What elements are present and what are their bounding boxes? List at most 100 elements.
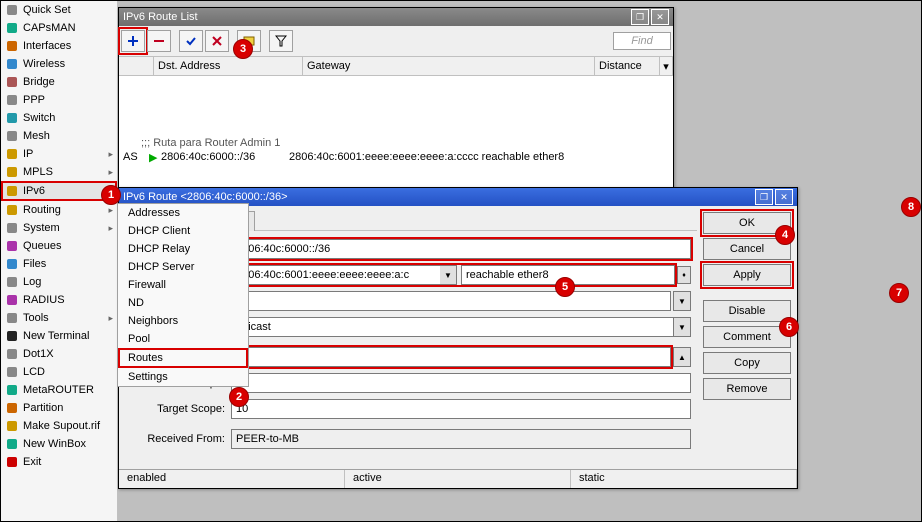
- sidebar-item-exit[interactable]: Exit: [1, 453, 117, 471]
- route-list-titlebar[interactable]: IPv6 Route List ❐ ✕: [119, 8, 673, 26]
- sidebar-item-ip[interactable]: IP▸: [1, 145, 117, 163]
- menu-label: IPv6: [23, 185, 108, 197]
- callout-3: 3: [233, 39, 253, 59]
- menu-label: Interfaces: [23, 40, 113, 52]
- col-gateway[interactable]: Gateway: [303, 57, 595, 75]
- sidebar-item-quick-set[interactable]: Quick Set: [1, 1, 117, 19]
- menu-icon: [5, 75, 19, 89]
- check-gateway-input[interactable]: [231, 291, 671, 311]
- restore-icon[interactable]: ❐: [631, 9, 649, 25]
- close-icon[interactable]: ✕: [775, 189, 793, 205]
- remove-button[interactable]: [147, 30, 171, 52]
- menu-label: Dot1X: [23, 348, 113, 360]
- filter-button[interactable]: [269, 30, 293, 52]
- dst-address-input[interactable]: 2806:40c:6000::/36: [231, 239, 691, 259]
- disable-button[interactable]: [205, 30, 229, 52]
- sidebar-item-lcd[interactable]: LCD: [1, 363, 117, 381]
- sidebar-item-ppp[interactable]: PPP: [1, 91, 117, 109]
- col-menu-icon[interactable]: ▾: [660, 57, 673, 75]
- menu-icon: [5, 93, 19, 107]
- comment-button[interactable]: Comment: [703, 326, 791, 348]
- submenu-item-dhcp-client[interactable]: DHCP Client: [118, 222, 248, 240]
- menu-label: Switch: [23, 112, 113, 124]
- sidebar-item-files[interactable]: Files: [1, 255, 117, 273]
- sidebar-item-capsman[interactable]: CAPsMAN: [1, 19, 117, 37]
- close-icon[interactable]: ✕: [651, 9, 669, 25]
- gateway-input[interactable]: 2806:40c:6001:eeee:eeee:eeee:a:c: [231, 265, 440, 285]
- menu-label: Make Supout.rif: [23, 420, 113, 432]
- chevron-right-icon: ▸: [108, 205, 113, 216]
- sidebar-item-partition[interactable]: Partition: [1, 399, 117, 417]
- type-input[interactable]: unicast: [231, 317, 674, 337]
- remove-button[interactable]: Remove: [703, 378, 791, 400]
- type-dropdown-icon[interactable]: ▼: [674, 317, 691, 337]
- find-input[interactable]: Find: [613, 32, 671, 50]
- sidebar-item-wireless[interactable]: Wireless: [1, 55, 117, 73]
- submenu-item-neighbors[interactable]: Neighbors: [118, 312, 248, 330]
- submenu-item-addresses[interactable]: Addresses: [118, 204, 248, 222]
- sidebar-item-mpls[interactable]: MPLS▸: [1, 163, 117, 181]
- col-flag[interactable]: [119, 57, 154, 75]
- sidebar-item-routing[interactable]: Routing▸: [1, 201, 117, 219]
- col-distance[interactable]: Distance: [595, 57, 660, 75]
- menu-label: PPP: [23, 94, 113, 106]
- sidebar-item-log[interactable]: Log: [1, 273, 117, 291]
- distance-input[interactable]: 1: [231, 347, 671, 367]
- sidebar-item-bridge[interactable]: Bridge: [1, 73, 117, 91]
- menu-icon: [5, 184, 19, 198]
- sidebar-item-metarouter[interactable]: MetaROUTER: [1, 381, 117, 399]
- sidebar-item-new-winbox[interactable]: New WinBox: [1, 435, 117, 453]
- sidebar-item-make-supout-rif[interactable]: Make Supout.rif: [1, 417, 117, 435]
- submenu-item-firewall[interactable]: Firewall: [118, 276, 248, 294]
- callout-8: 8: [901, 197, 921, 217]
- disable-button[interactable]: Disable: [703, 300, 791, 322]
- sidebar-item-system[interactable]: System▸: [1, 219, 117, 237]
- add-button[interactable]: [121, 30, 145, 52]
- sidebar-item-dot1x[interactable]: Dot1X: [1, 345, 117, 363]
- menu-icon: [5, 455, 19, 469]
- submenu-item-routes[interactable]: Routes: [118, 348, 248, 368]
- submenu-item-dhcp-server[interactable]: DHCP Server: [118, 258, 248, 276]
- gateway-dropdown-icon[interactable]: ▼: [440, 265, 457, 285]
- submenu-item-pool[interactable]: Pool: [118, 330, 248, 348]
- gateway-add-icon[interactable]: ♦: [677, 266, 691, 284]
- target-scope-input[interactable]: 10: [231, 399, 691, 419]
- sidebar-item-tools[interactable]: Tools▸: [1, 309, 117, 327]
- sidebar-item-queues[interactable]: Queues: [1, 237, 117, 255]
- sidebar-item-new-terminal[interactable]: New Terminal: [1, 327, 117, 345]
- menu-label: System: [23, 222, 108, 234]
- check-gateway-dropdown-icon[interactable]: ▼: [673, 291, 691, 311]
- submenu-item-settings[interactable]: Settings: [118, 368, 248, 386]
- restore-icon[interactable]: ❐: [755, 189, 773, 205]
- menu-label: Tools: [23, 312, 108, 324]
- scope-input[interactable]: 30: [231, 373, 691, 393]
- sidebar-item-radius[interactable]: RADIUS: [1, 291, 117, 309]
- menu-label: Partition: [23, 402, 113, 414]
- route-list-body[interactable]: ;;; Ruta para Router Admin 1 AS ▶ 2806:4…: [119, 76, 673, 188]
- chevron-right-icon: ▸: [108, 223, 113, 234]
- submenu-item-nd[interactable]: ND: [118, 294, 248, 312]
- submenu-item-dhcp-relay[interactable]: DHCP Relay: [118, 240, 248, 258]
- copy-button[interactable]: Copy: [703, 352, 791, 374]
- menu-icon: [5, 293, 19, 307]
- sidebar-item-ipv6[interactable]: IPv6▸: [1, 181, 117, 201]
- target-scope-label: Target Scope:: [125, 403, 231, 415]
- sidebar-item-switch[interactable]: Switch: [1, 109, 117, 127]
- menu-icon: [5, 257, 19, 271]
- col-dst[interactable]: Dst. Address: [154, 57, 303, 75]
- apply-button[interactable]: Apply: [703, 264, 791, 286]
- table-row[interactable]: AS ▶ 2806:40c:6000::/36 2806:40c:6001:ee…: [119, 150, 673, 165]
- menu-icon: [5, 329, 19, 343]
- callout-4: 4: [775, 225, 795, 245]
- route-list-window: IPv6 Route List ❐ ✕ Find Dst. Address Ga…: [118, 7, 674, 189]
- distance-up-icon[interactable]: ▲: [673, 347, 691, 367]
- sidebar-item-interfaces[interactable]: Interfaces: [1, 37, 117, 55]
- menu-label: New Terminal: [23, 330, 113, 342]
- menu-label: MPLS: [23, 166, 108, 178]
- enable-button[interactable]: [179, 30, 203, 52]
- menu-icon: [5, 239, 19, 253]
- route-list-toolbar: Find: [119, 26, 673, 57]
- sidebar-item-mesh[interactable]: Mesh: [1, 127, 117, 145]
- status-enabled: enabled: [119, 470, 345, 488]
- menu-icon: [5, 221, 19, 235]
